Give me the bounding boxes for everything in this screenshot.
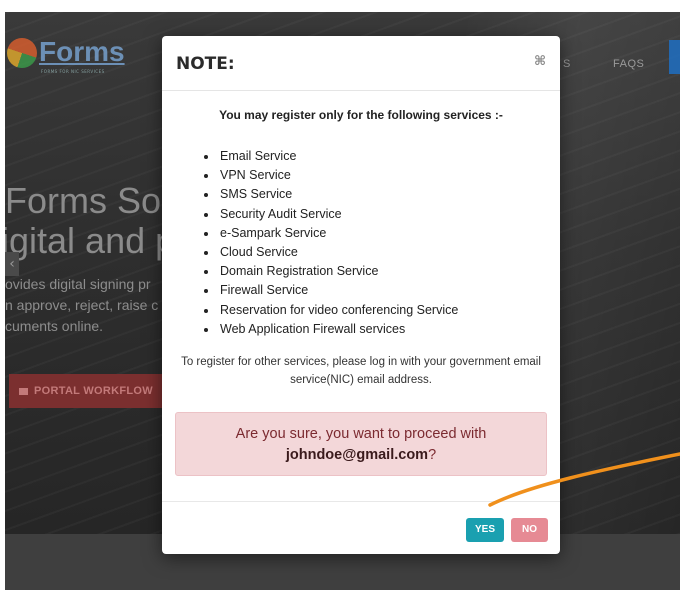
annotation-arrow-path (488, 452, 680, 507)
annotation-arrow (488, 452, 680, 507)
